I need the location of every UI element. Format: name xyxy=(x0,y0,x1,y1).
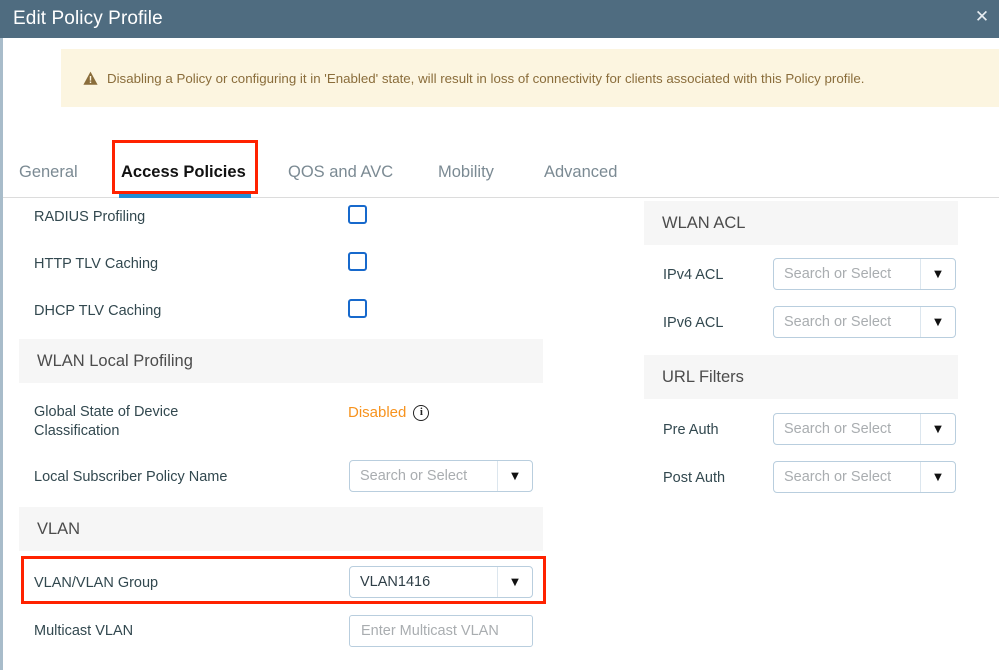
label-radius-profiling: RADIUS Profiling xyxy=(34,208,145,227)
chevron-down-icon: ▼ xyxy=(920,462,955,492)
section-title-vlan: VLAN xyxy=(37,520,80,539)
section-vlan: VLAN xyxy=(19,507,543,551)
section-url-filters: URL Filters xyxy=(644,355,958,399)
section-title-wlan-local-profiling: WLAN Local Profiling xyxy=(37,352,193,371)
checkbox-dhcp-tlv-caching[interactable] xyxy=(348,299,367,318)
dialog-body: Disabling a Policy or configuring it in … xyxy=(0,38,999,670)
chevron-down-icon: ▼ xyxy=(920,414,955,444)
info-circle-icon[interactable]: i xyxy=(413,405,429,421)
label-local-subscriber-policy-name: Local Subscriber Policy Name xyxy=(34,468,227,487)
label-ipv6-acl: IPv6 ACL xyxy=(663,314,723,333)
tab-bar: General Access Policies QOS and AVC Mobi… xyxy=(3,146,999,198)
dropdown-local-subscriber-policy-name[interactable]: Search or Select ▼ xyxy=(349,460,533,492)
warning-triangle-icon xyxy=(83,71,98,86)
section-title-wlan-acl: WLAN ACL xyxy=(662,214,745,233)
chevron-down-icon: ▼ xyxy=(497,461,532,491)
dropdown-post-auth[interactable]: Search or Select ▼ xyxy=(773,461,956,493)
input-multicast-vlan[interactable]: Enter Multicast VLAN xyxy=(349,615,533,647)
dropdown-value-ipv4-acl: Search or Select xyxy=(774,266,920,282)
label-multicast-vlan: Multicast VLAN xyxy=(34,622,133,641)
dropdown-value-local-subscriber-policy-name: Search or Select xyxy=(350,468,497,484)
label-vlan-vlan-group: VLAN/VLAN Group xyxy=(34,574,158,593)
label-pre-auth: Pre Auth xyxy=(663,421,719,440)
dropdown-value-ipv6-acl: Search or Select xyxy=(774,314,920,330)
section-title-url-filters: URL Filters xyxy=(662,368,744,387)
dropdown-value-vlan-vlan-group: VLAN1416 xyxy=(350,574,497,590)
warning-message: Disabling a Policy or configuring it in … xyxy=(107,71,864,86)
global-state-value: Disabled xyxy=(348,404,406,421)
label-ipv4-acl: IPv4 ACL xyxy=(663,266,723,285)
tab-qos-and-avc[interactable]: QOS and AVC xyxy=(286,146,401,198)
dropdown-value-post-auth: Search or Select xyxy=(774,469,920,485)
dropdown-ipv4-acl[interactable]: Search or Select ▼ xyxy=(773,258,956,290)
label-dhcp-tlv-caching: DHCP TLV Caching xyxy=(34,302,161,321)
warning-banner: Disabling a Policy or configuring it in … xyxy=(61,49,999,107)
page-title: Edit Policy Profile xyxy=(13,8,163,30)
close-icon[interactable]: ✕ xyxy=(971,6,993,28)
dropdown-pre-auth[interactable]: Search or Select ▼ xyxy=(773,413,956,445)
dropdown-value-pre-auth: Search or Select xyxy=(774,421,920,437)
label-http-tlv-caching: HTTP TLV Caching xyxy=(34,255,158,274)
chevron-down-icon: ▼ xyxy=(920,259,955,289)
tab-general[interactable]: General xyxy=(17,146,90,198)
tab-advanced[interactable]: Advanced xyxy=(542,146,634,198)
section-wlan-local-profiling: WLAN Local Profiling xyxy=(19,339,543,383)
tab-mobility[interactable]: Mobility xyxy=(436,146,512,198)
checkbox-http-tlv-caching[interactable] xyxy=(348,252,367,271)
dialog-title-bar: Edit Policy Profile ✕ xyxy=(0,0,999,38)
section-wlan-acl: WLAN ACL xyxy=(644,201,958,245)
label-global-state-device-classification: Global State of Device Classification xyxy=(34,403,234,441)
tab-access-policies[interactable]: Access Policies xyxy=(119,146,251,198)
chevron-down-icon: ▼ xyxy=(920,307,955,337)
label-post-auth: Post Auth xyxy=(663,469,725,488)
chevron-down-icon: ▼ xyxy=(497,567,532,597)
checkbox-radius-profiling[interactable] xyxy=(348,205,367,224)
dropdown-ipv6-acl[interactable]: Search or Select ▼ xyxy=(773,306,956,338)
input-placeholder-multicast-vlan: Enter Multicast VLAN xyxy=(350,623,499,639)
status-badge-global-state: Disabled i xyxy=(348,404,429,421)
dropdown-vlan-vlan-group[interactable]: VLAN1416 ▼ xyxy=(349,566,533,598)
